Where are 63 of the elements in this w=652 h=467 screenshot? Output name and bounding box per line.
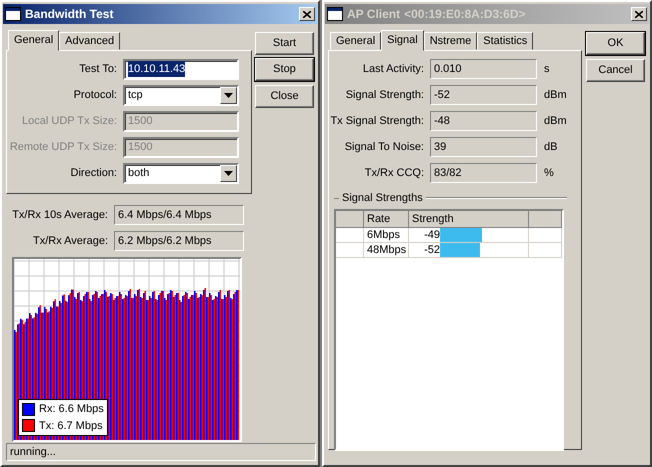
tab[interactable]: Nstreme [424,32,478,50]
close-button[interactable] [299,7,315,21]
column-header[interactable] [529,210,562,228]
readout-field: 0.010 [430,59,537,79]
close-icon [635,10,643,18]
field-label: Direction: [70,166,118,181]
table-cell-text: -49 [423,228,440,242]
column-header[interactable] [336,210,364,228]
tab[interactable]: General [330,32,382,50]
field-label: Tx/Rx 10s Average: [11,208,109,223]
tab[interactable]: General [8,30,60,51]
unit-label: dBm [544,88,567,103]
field-label: Remote UDP Tx Size: [8,140,118,155]
legend-label: Rx: 6.6 Mbps [39,402,104,417]
unit-label: dBm [544,114,567,129]
field-label: Test To: [78,62,118,77]
input-field[interactable]: 10.10.11.43 [123,58,239,80]
group-title: Signal Strengths [341,191,424,206]
window-title: AP Client [347,6,400,23]
dropdown[interactable]: tcp [123,84,239,106]
field-label: Tx/Rx CCQ: [364,166,425,181]
column-header[interactable]: Strength [409,210,529,228]
table-cell-text: -52 [423,242,440,256]
window-subtitle: <00:19:E0:8A:D3:6D> [404,6,526,23]
caret-icon [224,170,233,176]
field-label: Last Activity: [362,62,425,77]
field-label: Tx Signal Strength: [329,114,425,129]
column-header[interactable]: Rate [364,210,409,228]
field-label: Tx/Rx Average: [32,234,109,249]
field-label: Signal To Noise: [344,140,425,155]
dropdown[interactable]: both [123,162,239,184]
dialog-button[interactable]: Stop [255,58,314,81]
unit-label: dB [544,140,558,155]
caret-icon [224,92,233,98]
table-cell [336,242,364,258]
table-cell [336,228,364,242]
dialog-button[interactable]: Close [255,85,314,108]
tab[interactable]: Signal [381,30,424,51]
window-icon [327,7,343,21]
window-icon [5,7,21,21]
window-title: Bandwidth Test [25,6,114,23]
tab[interactable]: Advanced [59,32,120,50]
close-button[interactable] [631,7,647,21]
dialog-button[interactable]: Cancel [586,59,645,82]
tab[interactable]: Statistics [477,32,534,50]
readout-field: 6.2 Mbps/6.2 Mbps [114,231,244,251]
field-label: Protocol: [72,88,118,103]
readout-field: 6.4 Mbps/6.4 Mbps [114,205,244,225]
table-cell: 6Mbps [364,228,409,242]
unit-label: % [544,166,554,181]
legend-label: Tx: 6.7 Mbps [39,418,103,434]
readout-field: -52 [430,85,537,105]
dialog-button[interactable]: Start [255,32,314,55]
readout-field: 83/82 [430,163,537,183]
table-cell: 48Mbps [364,242,409,258]
unit-label: s [544,62,550,77]
close-icon [303,10,311,18]
field-label: Signal Strength: [344,88,425,103]
status-bar: running... [6,443,316,461]
readout-field: -48 [430,111,537,131]
readout-field: 39 [430,137,537,157]
dialog-button[interactable]: OK [586,32,645,55]
field-label: Local UDP Tx Size: [21,114,118,129]
